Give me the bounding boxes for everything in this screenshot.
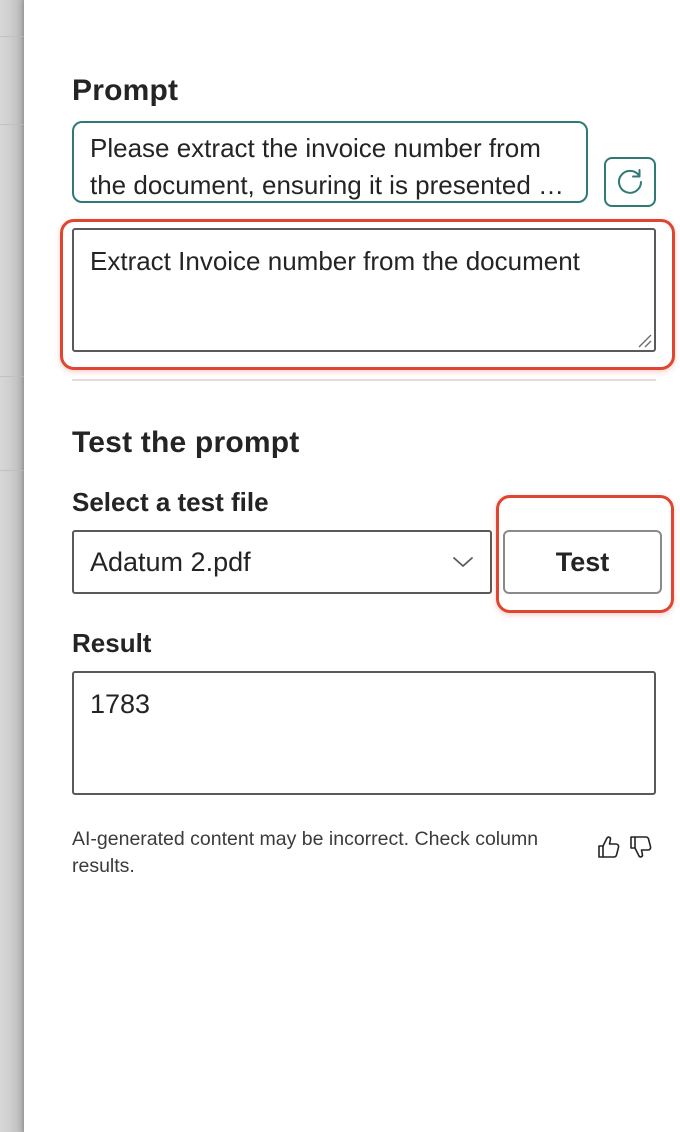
test-button[interactable]: Test [503, 530, 662, 594]
prompt-suggestion[interactable]: Please extract the invoice number from t… [72, 121, 588, 203]
refresh-suggestion-button[interactable] [604, 157, 656, 207]
chevron-down-icon [453, 557, 473, 567]
background-page-edge [0, 0, 24, 1132]
test-file-dropdown[interactable]: Adatum 2.pdf [72, 530, 492, 594]
result-label: Result [72, 628, 152, 658]
prompt-heading: Prompt [72, 74, 179, 107]
prompt-input[interactable]: Extract Invoice number from the document [72, 228, 656, 352]
suggestion-line-1: Please extract the invoice number from [90, 133, 541, 163]
refresh-icon [618, 169, 642, 194]
selected-file: Adatum 2.pdf [90, 546, 251, 577]
page: Prompt Please extract the invoice number… [0, 0, 680, 1132]
dislike-button[interactable] [626, 832, 656, 862]
suggestion-line-2: the document, ensuring it is presented c… [90, 170, 572, 200]
prompt-input-value: Extract Invoice number from the document [90, 246, 580, 276]
resize-grip-icon[interactable] [636, 332, 652, 348]
test-file-label: Select a test file [72, 487, 269, 517]
test-heading: Test the prompt [72, 426, 300, 459]
thumbs-down-icon [630, 836, 652, 858]
result-value: 1783 [90, 689, 151, 719]
like-button[interactable] [594, 832, 624, 862]
thumbs-up-icon [598, 836, 620, 858]
ai-disclaimer: AI-generated content may be incorrect. C… [72, 828, 539, 877]
section-divider [72, 379, 656, 381]
result-output: 1783 [72, 671, 656, 795]
